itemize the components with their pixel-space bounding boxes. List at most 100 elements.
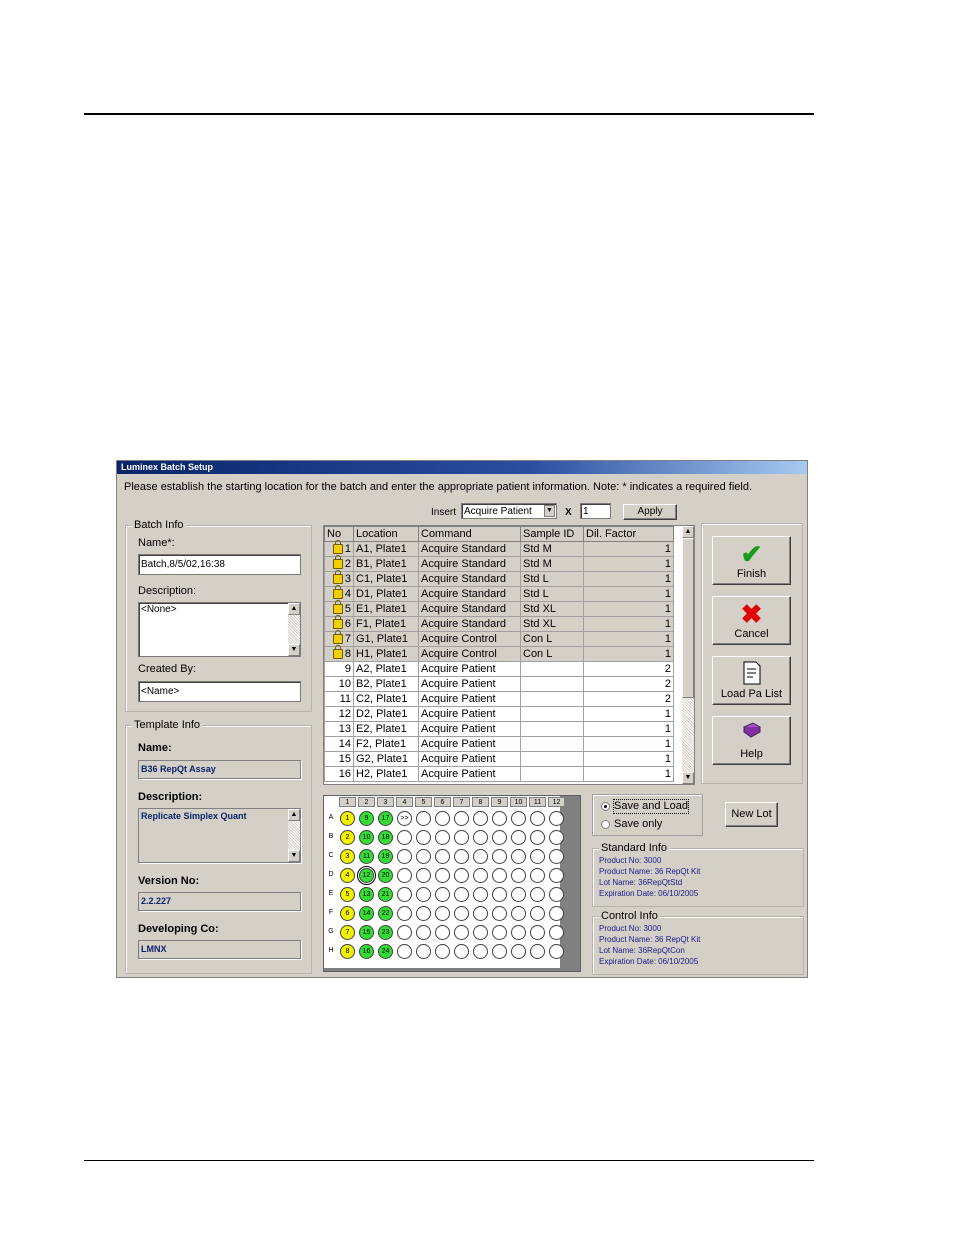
- plate-well[interactable]: [549, 925, 564, 940]
- grid-cell-dil-factor[interactable]: 2: [583, 691, 674, 707]
- plate-well[interactable]: [397, 906, 412, 921]
- grid-cell-sample-id[interactable]: [520, 736, 584, 752]
- plate-well[interactable]: [473, 925, 488, 940]
- plate-well[interactable]: [511, 944, 526, 959]
- insert-count-input[interactable]: 1: [580, 503, 611, 519]
- plate-well[interactable]: 6: [340, 906, 355, 921]
- plate-well[interactable]: [492, 925, 507, 940]
- save-and-load-label[interactable]: Save and Load: [612, 799, 690, 814]
- table-row[interactable]: 16 H2, Plate1 Acquire Patient 1: [324, 766, 674, 782]
- plate-well[interactable]: 17: [378, 811, 393, 826]
- grid-cell-location[interactable]: A2, Plate1: [353, 661, 419, 677]
- plate-well[interactable]: 7: [340, 925, 355, 940]
- plate-well[interactable]: [397, 849, 412, 864]
- plate-well[interactable]: [473, 906, 488, 921]
- table-row[interactable]: 2 B1, Plate1 Acquire Standard Std M 1: [324, 555, 674, 572]
- scroll-up-icon[interactable]: ▲: [288, 809, 300, 821]
- plate-well[interactable]: [435, 868, 450, 883]
- template-description-scrollbar[interactable]: ▲ ▼: [288, 809, 300, 862]
- scroll-down-icon[interactable]: ▼: [682, 772, 694, 784]
- plate-well[interactable]: 9: [359, 811, 374, 826]
- plate-well[interactable]: [549, 906, 564, 921]
- plate-well[interactable]: 16: [359, 944, 374, 959]
- grid-cell-command[interactable]: Acquire Standard: [418, 586, 521, 602]
- grid-cell-location[interactable]: H1, Plate1: [353, 646, 419, 662]
- plate-well[interactable]: 22: [378, 906, 393, 921]
- grid-cell-sample-id[interactable]: [520, 691, 584, 707]
- plate-well[interactable]: [549, 887, 564, 902]
- grid-cell-sample-id[interactable]: [520, 751, 584, 767]
- plate-well[interactable]: [397, 868, 412, 883]
- plate-well[interactable]: [492, 868, 507, 883]
- save-and-load-radio[interactable]: [601, 802, 610, 811]
- plate-well[interactable]: [530, 925, 545, 940]
- table-row[interactable]: 15 G2, Plate1 Acquire Patient 1: [324, 751, 674, 767]
- plate-well[interactable]: [397, 887, 412, 902]
- plate-well[interactable]: [416, 944, 431, 959]
- scroll-up-icon[interactable]: ▲: [682, 526, 694, 538]
- scroll-down-icon[interactable]: ▼: [288, 850, 300, 862]
- plate-well[interactable]: 15: [359, 925, 374, 940]
- table-row[interactable]: 1 A1, Plate1 Acquire Standard Std M 1: [324, 540, 674, 557]
- batch-description-input[interactable]: <None> ▲ ▼: [138, 602, 301, 657]
- plate-well[interactable]: [454, 849, 469, 864]
- new-lot-button[interactable]: New Lot: [725, 802, 778, 827]
- grid-cell-dil-factor[interactable]: 1: [583, 556, 674, 572]
- grid-cell-no[interactable]: 13: [324, 721, 354, 737]
- plate-well[interactable]: 23: [378, 925, 393, 940]
- grid-cell-location[interactable]: F2, Plate1: [353, 736, 419, 752]
- table-row[interactable]: 4 D1, Plate1 Acquire Standard Std L 1: [324, 585, 674, 602]
- plate-well[interactable]: [435, 830, 450, 845]
- plate-well[interactable]: [549, 868, 564, 883]
- plate-well[interactable]: [549, 944, 564, 959]
- grid-cell-no[interactable]: 15: [324, 751, 354, 767]
- plate-well[interactable]: [416, 830, 431, 845]
- table-row[interactable]: 11 C2, Plate1 Acquire Patient 2: [324, 691, 674, 707]
- plate-well[interactable]: [549, 830, 564, 845]
- grid-cell-location[interactable]: F1, Plate1: [353, 616, 419, 632]
- grid-cell-no[interactable]: 10: [324, 676, 354, 692]
- grid-cell-location[interactable]: E1, Plate1: [353, 601, 419, 617]
- grid-cell-sample-id[interactable]: Std L: [520, 571, 584, 587]
- plate-well[interactable]: 21: [378, 887, 393, 902]
- table-row[interactable]: 14 F2, Plate1 Acquire Patient 1: [324, 736, 674, 752]
- grid-cell-command[interactable]: Acquire Patient: [418, 736, 521, 752]
- grid-cell-location[interactable]: B1, Plate1: [353, 556, 419, 572]
- grid-cell-sample-id[interactable]: Std XL: [520, 616, 584, 632]
- grid-cell-dil-factor[interactable]: 1: [583, 646, 674, 662]
- plate-well[interactable]: 1: [340, 811, 355, 826]
- plate-well[interactable]: [492, 849, 507, 864]
- plate-well[interactable]: [416, 811, 431, 826]
- grid-cell-location[interactable]: D2, Plate1: [353, 706, 419, 722]
- plate-well[interactable]: [473, 944, 488, 959]
- grid-cell-command[interactable]: Acquire Patient: [418, 706, 521, 722]
- table-row[interactable]: 10 B2, Plate1 Acquire Patient 2: [324, 676, 674, 692]
- plate-well[interactable]: [511, 849, 526, 864]
- grid-cell-location[interactable]: E2, Plate1: [353, 721, 419, 737]
- table-row[interactable]: 12 D2, Plate1 Acquire Patient 1: [324, 706, 674, 722]
- plate-well[interactable]: [530, 944, 545, 959]
- plate-well[interactable]: 4: [340, 868, 355, 883]
- plate-well[interactable]: [435, 944, 450, 959]
- plate-well[interactable]: [435, 849, 450, 864]
- plate-well[interactable]: [454, 868, 469, 883]
- scroll-up-icon[interactable]: ▲: [288, 603, 300, 615]
- table-row[interactable]: 3 C1, Plate1 Acquire Standard Std L 1: [324, 570, 674, 587]
- grid-cell-dil-factor[interactable]: 1: [583, 736, 674, 752]
- table-row[interactable]: 13 E2, Plate1 Acquire Patient 1: [324, 721, 674, 737]
- grid-cell-location[interactable]: G1, Plate1: [353, 631, 419, 647]
- grid-cell-sample-id[interactable]: [520, 676, 584, 692]
- dropdown-arrow-icon[interactable]: ▼: [544, 505, 555, 517]
- grid-cell-sample-id[interactable]: Std M: [520, 556, 584, 572]
- grid-cell-dil-factor[interactable]: 1: [583, 631, 674, 647]
- plate-well[interactable]: [492, 906, 507, 921]
- table-row[interactable]: 5 E1, Plate1 Acquire Standard Std XL 1: [324, 600, 674, 617]
- grid-cell-sample-id[interactable]: Std L: [520, 586, 584, 602]
- plate-well[interactable]: [511, 887, 526, 902]
- plate-well[interactable]: 8: [340, 944, 355, 959]
- table-row[interactable]: 6 F1, Plate1 Acquire Standard Std XL 1: [324, 615, 674, 632]
- column-header-command[interactable]: Command: [418, 526, 521, 542]
- plate-well[interactable]: [454, 887, 469, 902]
- grid-cell-command[interactable]: Acquire Standard: [418, 601, 521, 617]
- grid-cell-sample-id[interactable]: [520, 721, 584, 737]
